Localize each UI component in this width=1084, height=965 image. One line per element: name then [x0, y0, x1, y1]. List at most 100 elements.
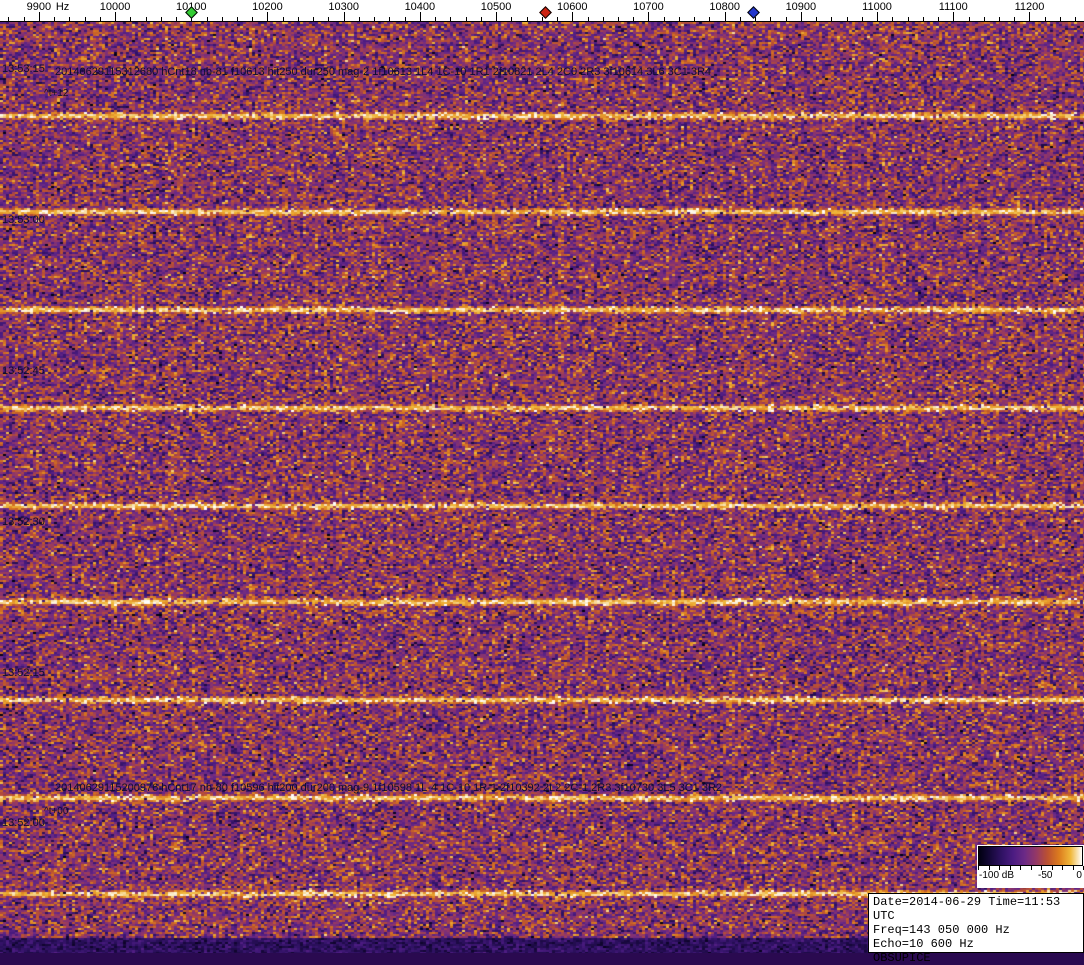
minor-tick	[907, 17, 909, 22]
minor-tick	[130, 17, 132, 22]
legend-tick-row	[978, 866, 1084, 870]
legend-tick	[1030, 866, 1032, 870]
major-tick	[648, 12, 650, 22]
freq-tick-label: 10500	[480, 1, 512, 13]
minor-tick	[663, 17, 665, 22]
minor-tick	[313, 17, 315, 22]
major-tick	[267, 12, 269, 22]
minor-tick	[602, 17, 604, 22]
info-frequency: Freq=143 050 000 Hz	[873, 923, 1010, 937]
freq-tick-label: 10400	[404, 1, 436, 13]
minor-tick	[998, 17, 1000, 22]
minor-tick	[557, 17, 559, 22]
major-tick	[115, 12, 117, 22]
minor-tick	[861, 17, 863, 22]
minor-tick	[983, 17, 985, 22]
major-tick	[419, 12, 421, 22]
minor-tick	[358, 17, 360, 22]
minor-tick	[69, 17, 71, 22]
major-tick	[572, 12, 574, 22]
freq-tick-label: 10700	[633, 1, 664, 13]
info-echo-frequency: Echo=10 600 Hz	[873, 937, 974, 951]
major-tick	[953, 12, 955, 22]
minor-tick	[236, 17, 238, 22]
minor-tick	[816, 17, 818, 22]
legend-tick	[1020, 866, 1021, 870]
legend-label-max: 0	[1076, 870, 1082, 881]
minor-tick	[206, 17, 208, 22]
info-date-time: Date=2014-06-29 Time=11:53 UTC	[873, 895, 1061, 923]
minor-tick	[831, 17, 833, 22]
legend-tick	[1041, 866, 1042, 870]
minor-tick	[252, 17, 254, 22]
amplitude-gradient-bar	[978, 846, 1083, 866]
legend-tick	[1072, 866, 1074, 870]
minor-tick	[755, 17, 757, 22]
major-tick	[38, 12, 40, 22]
minor-tick	[1059, 17, 1061, 22]
minor-tick	[389, 17, 391, 22]
minor-tick	[435, 17, 437, 22]
minor-tick	[511, 17, 513, 22]
minor-tick	[968, 17, 970, 22]
freq-unit-label: Hz	[55, 1, 70, 13]
minor-tick	[404, 17, 406, 22]
legend-tick	[1051, 866, 1053, 870]
major-tick	[496, 12, 498, 22]
legend-tick	[999, 866, 1000, 870]
legend-label-mid: -50	[1038, 870, 1053, 881]
minor-tick	[23, 17, 25, 22]
freq-tick-label: 10300	[328, 1, 359, 13]
minor-tick	[99, 17, 101, 22]
freq-tick-label: 11200	[1014, 1, 1045, 13]
freq-tick-label: 11000	[862, 1, 892, 13]
legend-tick	[988, 866, 990, 870]
minor-tick	[328, 17, 330, 22]
spectrogram-waterfall[interactable]	[0, 22, 1084, 953]
minor-tick	[145, 17, 147, 22]
minor-tick	[922, 17, 924, 22]
station-info-box: Date=2014-06-29 Time=11:53 UTC Freq=143 …	[868, 893, 1084, 965]
minor-tick	[1075, 17, 1077, 22]
frequency-ruler[interactable]: 9900100001010010200103001040010500106001…	[0, 0, 1084, 22]
amplitude-legend: -100 dB -50 0	[977, 845, 1084, 888]
freq-tick-label: 10000	[99, 1, 131, 13]
minor-tick	[678, 17, 680, 22]
minor-tick	[785, 17, 787, 22]
minor-tick	[282, 17, 284, 22]
freq-tick-label: 10800	[709, 1, 740, 13]
marker-blue-diamond[interactable]	[747, 6, 760, 19]
minor-tick	[709, 17, 711, 22]
minor-tick	[938, 17, 940, 22]
freq-tick-label: 10600	[556, 1, 588, 13]
minor-tick	[633, 17, 635, 22]
minor-tick	[480, 17, 482, 22]
major-tick	[877, 12, 879, 22]
minor-tick	[297, 17, 299, 22]
minor-tick	[1044, 17, 1046, 22]
minor-tick	[176, 17, 178, 22]
minor-tick	[221, 17, 223, 22]
minor-tick	[54, 17, 56, 22]
minor-tick	[526, 17, 528, 22]
major-tick	[800, 12, 802, 22]
minor-tick	[892, 17, 894, 22]
legend-tick	[1062, 866, 1063, 870]
major-tick	[1029, 12, 1031, 22]
minor-tick	[587, 17, 589, 22]
minor-tick	[8, 17, 10, 22]
major-tick	[343, 12, 345, 22]
minor-tick	[84, 17, 86, 22]
freq-tick-label: 10200	[252, 1, 283, 13]
freq-tick-label: 11100	[938, 1, 968, 13]
info-station-name: OBSUPICE	[873, 951, 931, 965]
minor-tick	[160, 17, 162, 22]
legend-tick	[978, 866, 979, 870]
minor-tick	[694, 17, 696, 22]
minor-tick	[541, 17, 543, 22]
minor-tick	[465, 17, 467, 22]
minor-tick	[1014, 17, 1016, 22]
legend-labels: -100 dB -50 0	[978, 870, 1083, 881]
minor-tick	[770, 17, 772, 22]
legend-label-min: -100 dB	[979, 870, 1015, 881]
